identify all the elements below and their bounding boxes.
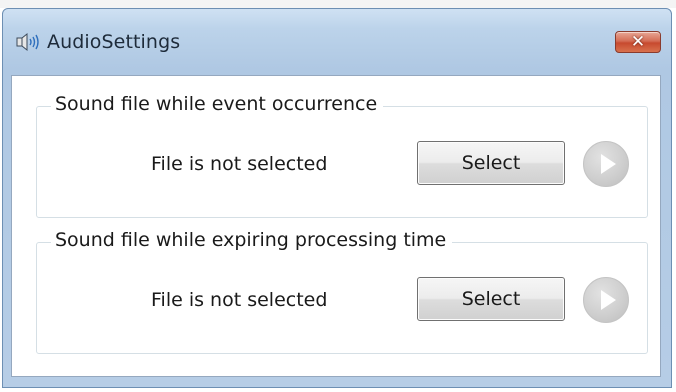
event-sound-group: Sound file while event occurrence File i… [36,93,648,218]
group-title: Sound file while event occurrence [51,93,384,115]
background-window-strip [0,0,676,8]
play-button[interactable] [583,141,629,187]
close-button[interactable]: ✕ [615,31,661,53]
play-button[interactable] [583,277,629,323]
group-title: Sound file while expiring processing tim… [51,229,453,251]
file-status-text: File is not selected [151,289,328,311]
select-button[interactable]: Select [417,277,565,321]
play-icon [601,290,616,310]
select-button[interactable]: Select [417,141,565,185]
audio-settings-window: AudioSettings ✕ Sound file while event o… [2,8,672,388]
window-title: AudioSettings [47,31,181,53]
close-icon: ✕ [630,32,646,52]
speaker-icon [15,31,45,53]
dialog-content: Sound file while event occurrence File i… [11,75,661,377]
play-icon [601,154,616,174]
title-bar[interactable]: AudioSettings ✕ [3,9,671,75]
file-status-text: File is not selected [151,153,328,175]
expire-sound-group: Sound file while expiring processing tim… [36,229,648,354]
